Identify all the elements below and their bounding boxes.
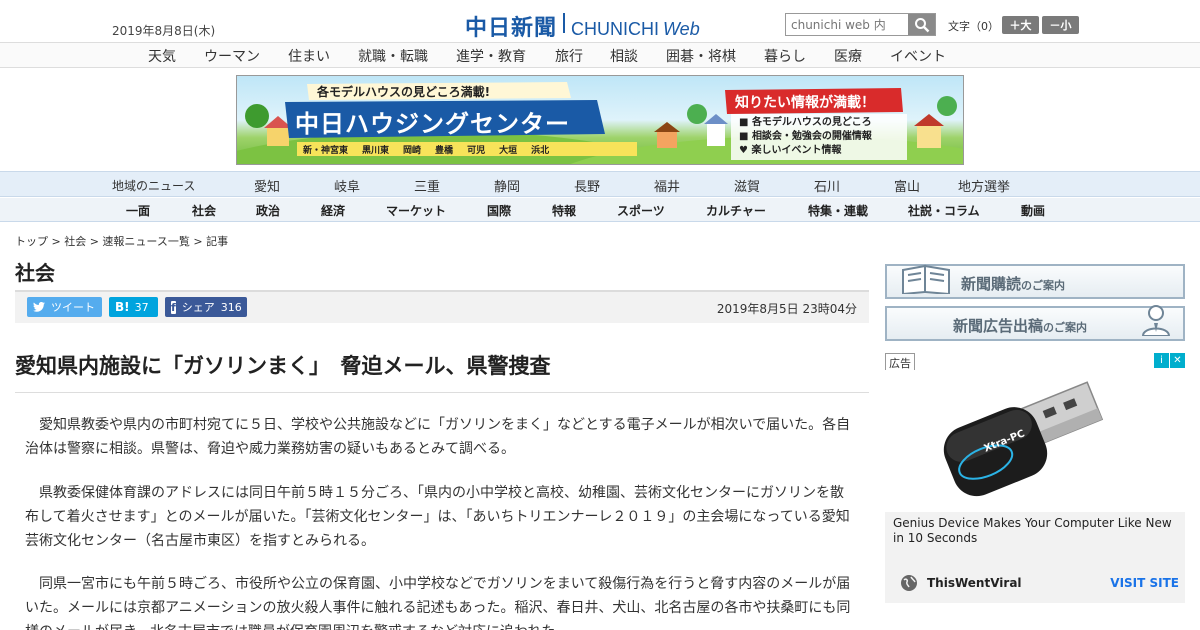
main-nav-item[interactable]: 国際 — [487, 202, 511, 219]
ad-title[interactable]: Genius Device Makes Your Computer Like N… — [893, 516, 1177, 546]
font-size-label: 文字（0） — [948, 20, 999, 33]
main-nav-item[interactable]: 特報 — [552, 202, 576, 219]
region-nav-label: 地域のニュース — [112, 179, 196, 193]
top-nav-item[interactable]: イベント — [890, 46, 946, 66]
search-box — [785, 13, 936, 36]
region-nav-item[interactable]: 三重 — [414, 176, 440, 195]
main-nav-item[interactable]: 一面 — [126, 202, 150, 219]
banner-locations: 新・神宮東 黒川東 岡崎 豊橋 可児 大垣 浜北 — [303, 143, 549, 156]
twitter-icon — [33, 302, 45, 312]
top-nav: 天気 ウーマン 住まい 就職・転職 進学・教育 旅行 相談 囲碁・将棋 暮らし … — [0, 42, 1200, 68]
globe-icon — [901, 575, 917, 591]
top-nav-item[interactable]: 就職・転職 — [358, 46, 428, 66]
banner-location: 大垣 — [499, 146, 518, 156]
advertising-label: 新聞広告出稿のご案内 — [953, 317, 1088, 335]
banner-bullet: ■ 各モデルハウスの見どころ — [739, 117, 872, 128]
top-nav-item[interactable]: 相談 — [610, 46, 638, 66]
banner-location: 岡崎 — [403, 146, 422, 156]
region-nav-item[interactable]: 長野 — [574, 176, 600, 195]
region-nav-item[interactable]: 岐阜 — [334, 176, 360, 195]
banner-title: 中日ハウジングセンター — [295, 110, 570, 138]
usb-drive-image — [943, 381, 1104, 497]
top-nav-item[interactable]: ウーマン — [204, 46, 260, 66]
main-nav-item[interactable]: マーケット — [386, 202, 446, 219]
banner-bullet: ■ 相談会・勉強会の開催情報 — [739, 131, 872, 142]
tweet-button[interactable]: ツイート — [27, 297, 102, 317]
article-paragraph: 同県一宮市にも午前５時ごろ、市役所や公立の保育園、小中学校などでガソリンをまいて… — [25, 576, 851, 630]
visit-site-button[interactable]: VISIT SITE — [1110, 576, 1179, 590]
header-date: 2019年8月8日(木) — [112, 24, 216, 38]
banner-location: 新・神宮東 — [303, 146, 349, 156]
main-nav-item[interactable]: 動画 — [1021, 202, 1045, 219]
search-button[interactable] — [908, 14, 935, 35]
subscription-banner[interactable]: 新聞購読のご案内 — [885, 264, 1185, 299]
ad-source: ThisWentViral — [927, 576, 1022, 590]
hatena-bookmark-button[interactable]: B! 37 — [109, 297, 158, 317]
logo-en: CHUNICHI — [571, 19, 660, 39]
banner-tagline: 各モデルハウスの見どころ満載! — [317, 85, 491, 99]
breadcrumb[interactable]: トップ > 社会 > 速報ニュース一覧 > 記事 — [15, 233, 228, 249]
share-bar: ツイート B! 37 f シェア 316 2019年8月5日 23時04分 — [15, 290, 869, 323]
logo-web: Web — [663, 19, 700, 39]
subscription-label: 新聞購読のご案内 — [961, 275, 1066, 293]
hatena-icon: B! — [115, 300, 130, 314]
main-nav-item[interactable]: 社説・コラム — [908, 202, 980, 219]
facebook-icon: f — [171, 300, 176, 314]
region-nav-item[interactable]: 石川 — [814, 176, 840, 195]
article-paragraph: 県教委保健体育課のアドレスには同日午前５時１５分ごろ、「県内の小中学校と高校、幼… — [25, 485, 850, 549]
search-input[interactable] — [786, 14, 908, 35]
banner-location: 黒川東 — [362, 146, 390, 156]
main-nav-item[interactable]: 社会 — [192, 202, 216, 219]
main-nav-item[interactable]: スポーツ — [617, 202, 665, 219]
housing-banner[interactable]: 各モデルハウスの見どころ満載! 中日ハウジングセンター 知りたい情報が満載！ ■… — [236, 75, 964, 165]
region-nav-item[interactable]: 富山 — [894, 176, 920, 195]
region-nav: 地域のニュース 愛知 岐阜 三重 静岡 長野 福井 滋賀 石川 富山 地方選挙 — [0, 171, 1200, 197]
region-nav-item[interactable]: 地方選挙 — [958, 176, 1010, 195]
ad-close-icon[interactable]: ✕ — [1170, 353, 1185, 368]
banner-bullets: ■ 各モデルハウスの見どころ ■ 相談会・勉強会の開催情報 ♥ 楽しいイベント情… — [739, 116, 872, 158]
region-nav-item[interactable]: 福井 — [654, 176, 680, 195]
font-larger-button[interactable]: ＋大 — [1002, 16, 1039, 34]
top-nav-item[interactable]: 囲碁・将棋 — [666, 46, 736, 66]
search-icon — [914, 17, 929, 32]
logo-jp: 中日新聞 — [465, 16, 558, 41]
banner-location: 浜北 — [531, 146, 550, 156]
published-time: 2019年8月5日 23時04分 — [716, 302, 857, 316]
main-nav-item[interactable]: 経済 — [321, 202, 345, 219]
main-nav: 一面 社会 政治 経済 マーケット 国際 特報 スポーツ カルチャー 特集・連載… — [0, 198, 1200, 222]
site-logo[interactable]: 中日新聞 CHUNICHI Web — [465, 10, 700, 41]
main-nav-item[interactable]: 特集・連載 — [808, 202, 868, 219]
logo-separator — [563, 13, 566, 33]
article-headline: 愛知県内施設に「ガソリンまく」 脅迫メール、県警捜査 — [15, 350, 869, 393]
newspaper-icon — [902, 264, 950, 294]
top-nav-item[interactable]: 住まい — [288, 46, 330, 66]
top-nav-item[interactable]: 医療 — [834, 46, 862, 66]
font-smaller-button[interactable]: －小 — [1042, 16, 1079, 34]
banner-bullet: ♥ 楽しいイベント情報 — [739, 145, 842, 156]
top-nav-item[interactable]: 暮らし — [764, 46, 806, 66]
top-nav-item[interactable]: 進学・教育 — [456, 46, 526, 66]
ad-card[interactable]: Genius Device Makes Your Computer Like N… — [885, 512, 1185, 603]
top-nav-item[interactable]: 旅行 — [555, 46, 583, 66]
main-nav-item[interactable]: 政治 — [256, 202, 280, 219]
banner-location: 可児 — [467, 146, 486, 156]
region-nav-item[interactable]: 静岡 — [494, 176, 520, 195]
ad-image[interactable]: Xtra-PC — [885, 370, 1185, 510]
adchoices-info-icon[interactable]: i — [1154, 353, 1169, 368]
person-icon — [1141, 305, 1171, 336]
region-nav-item[interactable]: 愛知 — [254, 176, 280, 195]
banner-badge: 知りたい情報が満載！ — [735, 95, 875, 111]
top-nav-item[interactable]: 天気 — [148, 46, 176, 66]
section-title: 社会 — [15, 261, 55, 285]
region-nav-item[interactable]: 滋賀 — [734, 176, 760, 195]
facebook-share-button[interactable]: f シェア 316 — [165, 297, 247, 317]
ad-choices: i ✕ — [1154, 353, 1185, 368]
main-nav-item[interactable]: カルチャー — [706, 202, 766, 219]
banner-location: 豊橋 — [435, 146, 454, 156]
article-paragraph: 愛知県教委や県内の市町村宛てに５日、学校や公共施設などに「ガソリンをまく」などと… — [25, 417, 851, 457]
advertising-banner[interactable]: 新聞広告出稿のご案内 — [885, 305, 1185, 341]
